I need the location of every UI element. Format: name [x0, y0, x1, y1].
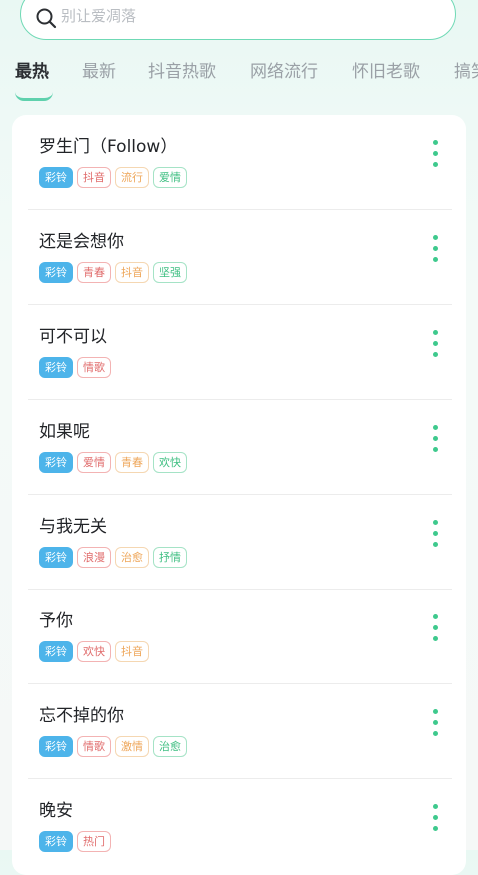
- song-tags: 彩铃 浪漫 治愈 抒情: [39, 547, 191, 569]
- more-options-icon[interactable]: [423, 709, 447, 739]
- more-dot: [433, 235, 438, 240]
- more-options-icon[interactable]: [423, 614, 447, 644]
- song-tag: 流行: [115, 167, 149, 188]
- ringtone-badge: 彩铃: [39, 547, 73, 568]
- category-tabs: 最热 最新 抖音热歌 网络流行 怀旧老歌 搞笑: [0, 60, 478, 88]
- more-dot: [433, 520, 438, 525]
- song-tags: 彩铃 抖音 流行 爱情: [39, 167, 191, 189]
- ringtone-badge: 彩铃: [39, 167, 73, 188]
- search-input[interactable]: 别让爱凋落: [61, 6, 136, 26]
- more-dot: [433, 162, 438, 167]
- more-dot: [433, 257, 438, 262]
- more-dot: [433, 542, 438, 547]
- song-tag: 坚强: [153, 262, 187, 283]
- ringtone-badge: 彩铃: [39, 831, 73, 852]
- ringtone-badge: 彩铃: [39, 641, 73, 662]
- more-dot: [433, 531, 438, 536]
- tab-funny[interactable]: 搞笑: [454, 60, 478, 84]
- song-tags: 彩铃 爱情 青春 欢快: [39, 452, 191, 474]
- more-dot: [433, 614, 438, 619]
- song-tag: 情歌: [77, 357, 111, 378]
- song-row[interactable]: 与我无关彩铃 浪漫 治愈 抒情: [28, 495, 452, 590]
- more-options-icon[interactable]: [423, 804, 447, 834]
- song-tag: 情歌: [77, 736, 111, 757]
- song-tag: 欢快: [77, 641, 111, 662]
- search-bar[interactable]: 别让爱凋落: [20, 0, 456, 40]
- song-title: 与我无关: [39, 517, 107, 537]
- song-tags: 彩铃 欢快 抖音: [39, 641, 153, 663]
- song-list: 罗生门（Follow） 彩铃 抖音 流行 爱情 还是会想你 彩铃 青春 抖音 坚强 可不可以 彩铃 情歌…: [12, 115, 466, 875]
- song-tag: 热门: [77, 831, 111, 852]
- more-dot: [433, 447, 438, 452]
- song-tag: 抖音: [115, 641, 149, 662]
- more-options-icon[interactable]: [423, 330, 447, 360]
- song-row[interactable]: 如果呢彩铃 爱情 青春 欢快: [28, 400, 452, 495]
- ringtone-badge: 彩铃: [39, 262, 73, 283]
- more-dot: [433, 352, 438, 357]
- song-row[interactable]: 忘不掉的你彩铃 情歌 激情 治愈: [28, 684, 452, 779]
- more-dot: [433, 436, 438, 441]
- song-title: 可不可以: [39, 327, 107, 347]
- song-tags: 彩铃 情歌 激情 治愈: [39, 736, 191, 758]
- tab-douyin-hits[interactable]: 抖音热歌: [148, 60, 216, 84]
- more-options-icon[interactable]: [423, 520, 447, 550]
- ringtone-badge: 彩铃: [39, 357, 73, 378]
- song-row[interactable]: 可不可以彩铃 情歌: [28, 305, 452, 400]
- more-dot: [433, 804, 438, 809]
- song-tag: 青春: [115, 452, 149, 473]
- more-dot: [433, 151, 438, 156]
- song-tag: 浪漫: [77, 547, 111, 568]
- more-options-icon[interactable]: [423, 425, 447, 455]
- search-icon: [36, 8, 57, 29]
- more-dot: [433, 826, 438, 831]
- song-title: 如果呢: [39, 422, 90, 442]
- tab-nostalgic[interactable]: 怀旧老歌: [352, 60, 420, 84]
- song-tag: 抖音: [115, 262, 149, 283]
- more-dot: [433, 140, 438, 145]
- song-tag: 激情: [115, 736, 149, 757]
- song-row[interactable]: 予你彩铃 欢快 抖音: [28, 589, 452, 684]
- more-options-icon[interactable]: [423, 140, 447, 170]
- song-title: 予你: [39, 611, 73, 631]
- song-tag: 爱情: [153, 167, 187, 188]
- more-dot: [433, 330, 438, 335]
- song-tag: 抒情: [153, 547, 187, 568]
- more-dot: [433, 731, 438, 736]
- more-dot: [433, 815, 438, 820]
- song-title: 忘不掉的你: [39, 706, 124, 726]
- more-dot: [433, 341, 438, 346]
- song-row[interactable]: 还是会想你彩铃 青春 抖音 坚强: [28, 210, 452, 305]
- song-tag: 抖音: [77, 167, 111, 188]
- more-dot: [433, 625, 438, 630]
- song-tag: 治愈: [115, 547, 149, 568]
- more-dot: [433, 709, 438, 714]
- ringtone-badge: 彩铃: [39, 452, 73, 473]
- more-dot: [433, 720, 438, 725]
- more-options-icon[interactable]: [423, 235, 447, 265]
- tab-hottest[interactable]: 最热: [15, 60, 49, 84]
- tab-internet-popular[interactable]: 网络流行: [250, 60, 318, 84]
- song-tag: 青春: [77, 262, 111, 283]
- song-row[interactable]: 晚安彩铃 热门: [28, 779, 452, 874]
- more-dot: [433, 246, 438, 251]
- song-title: 罗生门（Follow）: [39, 137, 178, 157]
- more-dot: [433, 636, 438, 641]
- song-title: 晚安: [39, 801, 73, 821]
- song-row[interactable]: 罗生门（Follow） 彩铃 抖音 流行 爱情: [28, 115, 452, 210]
- song-tag: 欢快: [153, 452, 187, 473]
- active-tab-indicator: [15, 92, 53, 101]
- song-tag: 治愈: [153, 736, 187, 757]
- ringtone-badge: 彩铃: [39, 736, 73, 757]
- song-tags: 彩铃 青春 抖音 坚强: [39, 262, 191, 284]
- tab-newest[interactable]: 最新: [82, 60, 116, 84]
- more-dot: [433, 425, 438, 430]
- song-tag: 爱情: [77, 452, 111, 473]
- song-tags: 彩铃 情歌: [39, 357, 115, 379]
- song-title: 还是会想你: [39, 232, 124, 252]
